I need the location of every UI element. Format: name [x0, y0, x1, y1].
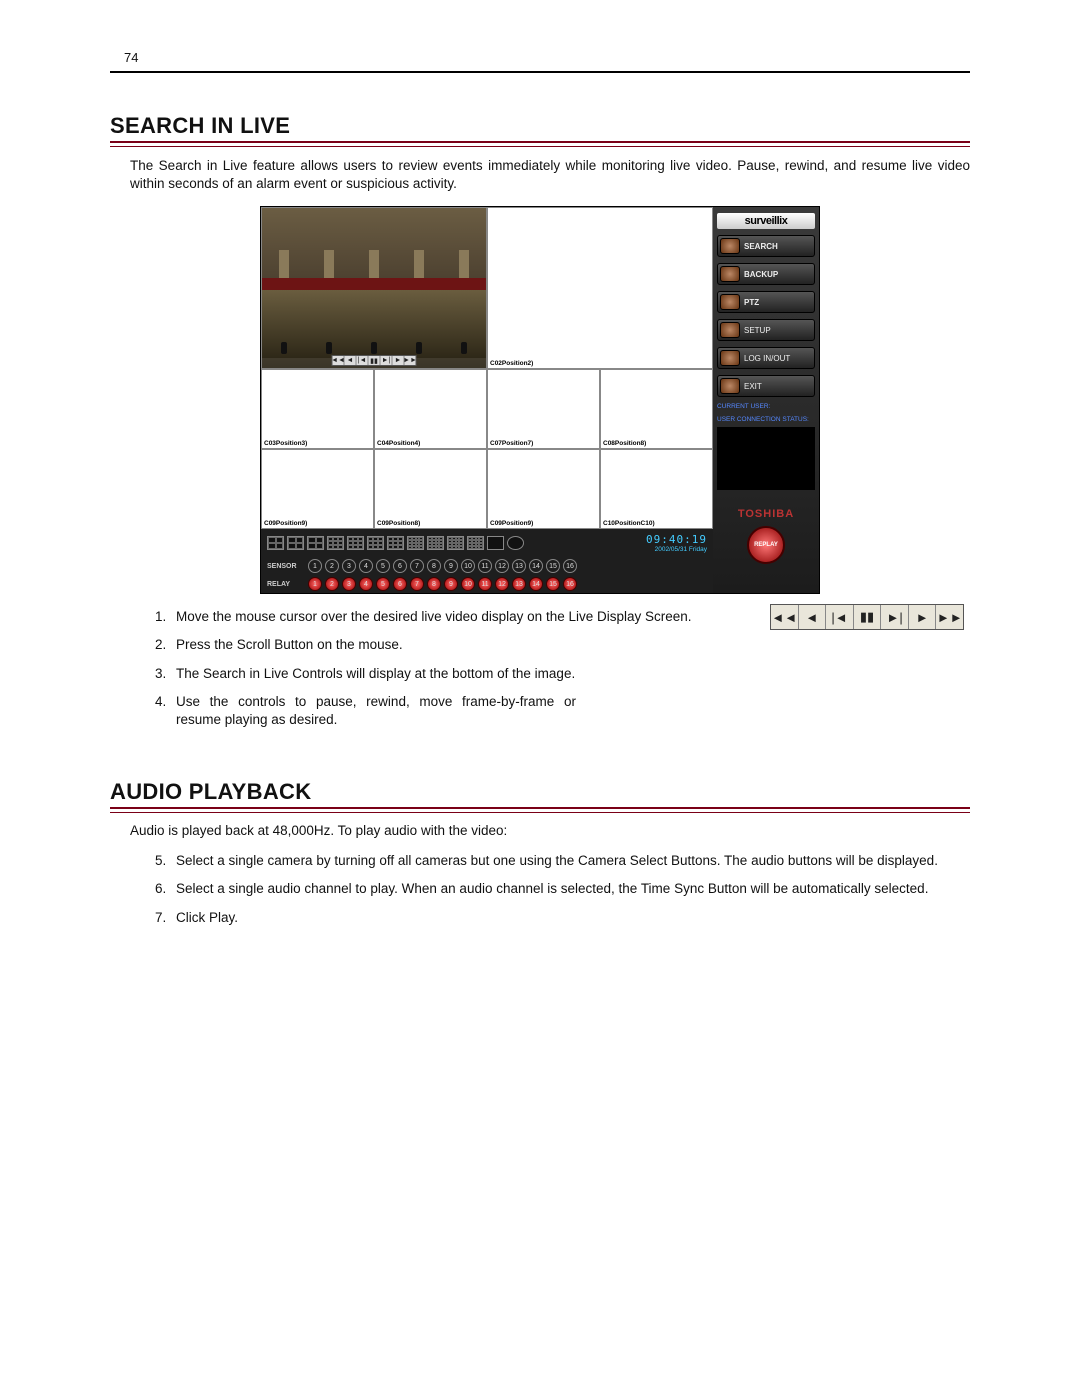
audio-title: AUDIO PLAYBACK [110, 779, 970, 805]
layout-icon[interactable] [307, 536, 324, 550]
list-item: Select a single camera by turning off al… [170, 852, 970, 870]
audio-intro: Audio is played back at 48,000Hz. To pla… [130, 823, 970, 838]
layout-icon[interactable] [367, 536, 384, 550]
list-item: Use the controls to pause, rewind, move … [170, 693, 576, 729]
pause-icon[interactable]: ▮▮ [369, 356, 381, 365]
conn-status: USER CONNECTION STATUS: [717, 416, 815, 423]
camera-cell[interactable]: C07Position7) [487, 369, 600, 449]
camera-cell[interactable]: C04Position4) [374, 369, 487, 449]
toshiba-logo: TOSHIBA [717, 508, 815, 520]
sensor-button[interactable]: 1 [308, 559, 322, 573]
playback-bar[interactable]: ◄◄ ◄ |◄ ▮▮ ►| ► ►► [332, 355, 417, 366]
list-item: Press the Scroll Button on the mouse. [170, 636, 970, 654]
layout-buttons: 09:40:19 2002/05/31 Friday [261, 529, 713, 557]
frame-fwd-icon[interactable]: ►| [881, 605, 909, 629]
playback-controls-figure: ◄◄ ◄ |◄ ▮▮ ►| ► ►► [770, 604, 964, 630]
relay-row: RELAY 12345678910111213141516 [261, 575, 713, 593]
fwd-fast-icon[interactable]: ►► [405, 356, 416, 365]
camera-cell[interactable]: C08Position8) [600, 369, 713, 449]
layout-icon[interactable] [387, 536, 404, 550]
current-user: CURRENT USER: [717, 403, 815, 410]
frame-fwd-icon[interactable]: ►| [381, 356, 393, 365]
layout-icon[interactable] [447, 536, 464, 550]
frame-back-icon[interactable]: |◄ [357, 356, 369, 365]
list-item: Click Play. [170, 909, 970, 927]
page-number: 74 [124, 50, 970, 65]
time-display: 09:40:19 [646, 533, 707, 546]
audio-steps: Select a single camera by turning off al… [140, 852, 970, 927]
exit-button[interactable]: EXIT [717, 375, 815, 397]
search-button[interactable]: SEARCH [717, 235, 815, 257]
layout-icon[interactable] [327, 536, 344, 550]
search-lead: The Search in Live feature allows users … [130, 157, 970, 192]
fullscreen-icon[interactable] [487, 536, 504, 550]
mini-preview [717, 427, 815, 490]
rule [110, 807, 970, 813]
relay-button[interactable]: 1 [308, 577, 322, 591]
camera-cell-1[interactable]: ◄◄ ◄ |◄ ▮▮ ►| ► ►► [261, 207, 487, 369]
frame-back-icon[interactable]: |◄ [826, 605, 854, 629]
camera-cell[interactable]: C09Position8) [374, 449, 487, 529]
play-icon[interactable]: ► [909, 605, 937, 629]
search-icon [720, 238, 740, 254]
rewind-fast-icon[interactable]: ◄◄ [771, 605, 799, 629]
layout-icon[interactable] [467, 536, 484, 550]
list-item: The Search in Live Controls will display… [170, 665, 576, 683]
camera-cell[interactable]: C09Position9) [487, 449, 600, 529]
rewind-icon[interactable]: ◄ [345, 356, 357, 365]
rewind-fast-icon[interactable]: ◄◄ [333, 356, 345, 365]
rewind-icon[interactable]: ◄ [799, 605, 827, 629]
brand-logo: surveillix [717, 213, 815, 229]
layout-icon[interactable] [407, 536, 424, 550]
layout-icon[interactable] [427, 536, 444, 550]
layout-icon[interactable] [267, 536, 284, 550]
rule [110, 141, 970, 147]
cycle-icon[interactable] [507, 536, 524, 550]
ptz-button[interactable]: PTZ [717, 291, 815, 313]
search-title: SEARCH IN LIVE [110, 113, 970, 139]
exit-icon [720, 378, 740, 394]
setup-icon [720, 322, 740, 338]
list-item: Select a single audio channel to play. W… [170, 880, 970, 898]
backup-icon [720, 266, 740, 282]
ptz-icon [720, 294, 740, 310]
top-rule [110, 71, 970, 73]
layout-icon[interactable] [287, 536, 304, 550]
setup-button[interactable]: SETUP [717, 319, 815, 341]
replay-button[interactable]: REPLAY [747, 526, 785, 564]
dvr-screenshot: ◄◄ ◄ |◄ ▮▮ ►| ► ►► C02Position2) C03Posi… [260, 206, 820, 594]
camera-cell-2[interactable]: C02Position2) [487, 207, 713, 369]
sensor-row: SENSOR 12345678910111213141516 [261, 557, 713, 575]
camera-cell[interactable]: C03Position3) [261, 369, 374, 449]
login-icon [720, 350, 740, 366]
layout-icon[interactable] [347, 536, 364, 550]
date-display: 2002/05/31 Friday [646, 546, 707, 553]
camera-cell[interactable]: C09Position9) [261, 449, 374, 529]
fwd-fast-icon[interactable]: ►► [936, 605, 963, 629]
camera-cell[interactable]: C10PositionC10) [600, 449, 713, 529]
login-button[interactable]: LOG IN/OUT [717, 347, 815, 369]
backup-button[interactable]: BACKUP [717, 263, 815, 285]
pause-icon[interactable]: ▮▮ [854, 605, 882, 629]
